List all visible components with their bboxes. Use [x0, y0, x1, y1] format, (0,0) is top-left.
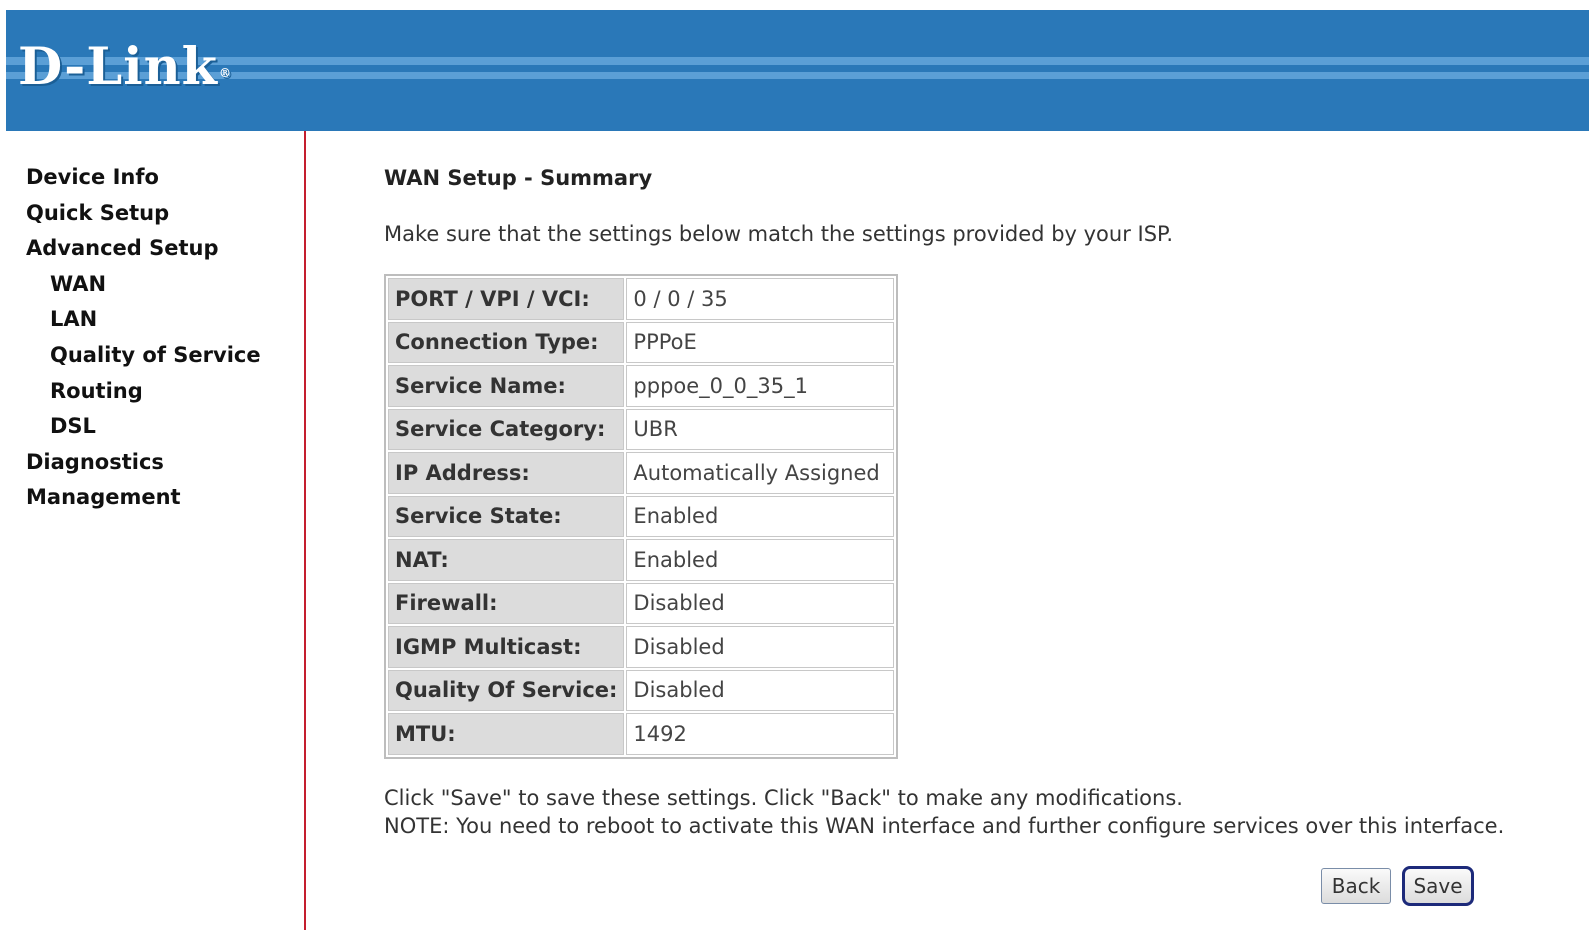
- table-row: Quality Of Service: Disabled: [388, 669, 895, 711]
- top-margin: [0, 0, 1589, 10]
- header-banner: D-Link®: [6, 10, 1589, 131]
- row-value: Disabled: [626, 669, 895, 711]
- row-value: 0 / 0 / 35: [626, 278, 895, 320]
- header-stripe: [6, 57, 1589, 65]
- row-value: Disabled: [626, 582, 895, 624]
- nav-item-wan[interactable]: WAN: [26, 267, 261, 303]
- row-label: MTU:: [388, 713, 625, 755]
- nav-item-routing[interactable]: Routing: [26, 374, 261, 410]
- row-label: IP Address:: [388, 452, 625, 494]
- logo-text: D-Link: [18, 37, 218, 97]
- summary-table: PORT / VPI / VCI: 0 / 0 / 35 Connection T…: [384, 274, 899, 759]
- row-value: Enabled: [626, 539, 895, 581]
- table-row: Connection Type: PPPoE: [388, 321, 895, 363]
- row-label: PORT / VPI / VCI:: [388, 278, 625, 320]
- row-value: UBR: [626, 408, 895, 450]
- table-row: IGMP Multicast: Disabled: [388, 626, 895, 668]
- nav-item-diagnostics[interactable]: Diagnostics: [26, 445, 261, 481]
- row-value: Enabled: [626, 495, 895, 537]
- page-title: WAN Setup - Summary: [384, 166, 653, 190]
- nav-item-device-info[interactable]: Device Info: [26, 160, 261, 196]
- nav-item-management[interactable]: Management: [26, 480, 261, 516]
- row-value: PPPoE: [626, 321, 895, 363]
- table-row: Firewall: Disabled: [388, 582, 895, 624]
- intro-text: Make sure that the settings below match …: [384, 222, 1174, 246]
- row-label: Quality Of Service:: [388, 669, 625, 711]
- table-row: IP Address: Automatically Assigned: [388, 452, 895, 494]
- nav-item-quick-setup[interactable]: Quick Setup: [26, 196, 261, 232]
- back-button[interactable]: Back: [1321, 868, 1391, 904]
- nav-item-lan[interactable]: LAN: [26, 302, 261, 338]
- sidebar-nav: Device Info Quick Setup Advanced Setup W…: [26, 160, 261, 516]
- row-label: NAT:: [388, 539, 625, 581]
- row-label: Service Category:: [388, 408, 625, 450]
- table-row: Service Name: pppoe_0_0_35_1: [388, 365, 895, 407]
- note-line-save: Click "Save" to save these settings. Cli…: [384, 786, 1183, 810]
- row-value: Disabled: [626, 626, 895, 668]
- table-row: NAT: Enabled: [388, 539, 895, 581]
- row-label: Connection Type:: [388, 321, 625, 363]
- save-button[interactable]: Save: [1402, 866, 1474, 906]
- table-row: PORT / VPI / VCI: 0 / 0 / 35: [388, 278, 895, 320]
- header-stripe: [6, 72, 1589, 79]
- note-line-reboot: NOTE: You need to reboot to activate thi…: [384, 814, 1505, 838]
- table-row: MTU: 1492: [388, 713, 895, 755]
- nav-item-advanced-setup[interactable]: Advanced Setup: [26, 231, 261, 267]
- row-label: Service State:: [388, 495, 625, 537]
- table-row: Service State: Enabled: [388, 495, 895, 537]
- row-value: Automatically Assigned: [626, 452, 895, 494]
- row-label: Service Name:: [388, 365, 625, 407]
- table-row: Service Category: UBR: [388, 408, 895, 450]
- row-value: 1492: [626, 713, 895, 755]
- row-value: pppoe_0_0_35_1: [626, 365, 895, 407]
- nav-item-dsl[interactable]: DSL: [26, 409, 261, 445]
- instructions-note: Click "Save" to save these settings. Cli…: [384, 784, 1504, 840]
- row-label: Firewall:: [388, 582, 625, 624]
- nav-item-quality-of-service[interactable]: Quality of Service: [26, 338, 261, 374]
- registered-mark: ®: [219, 66, 232, 80]
- dlink-logo: D-Link®: [18, 36, 231, 98]
- row-label: IGMP Multicast:: [388, 626, 625, 668]
